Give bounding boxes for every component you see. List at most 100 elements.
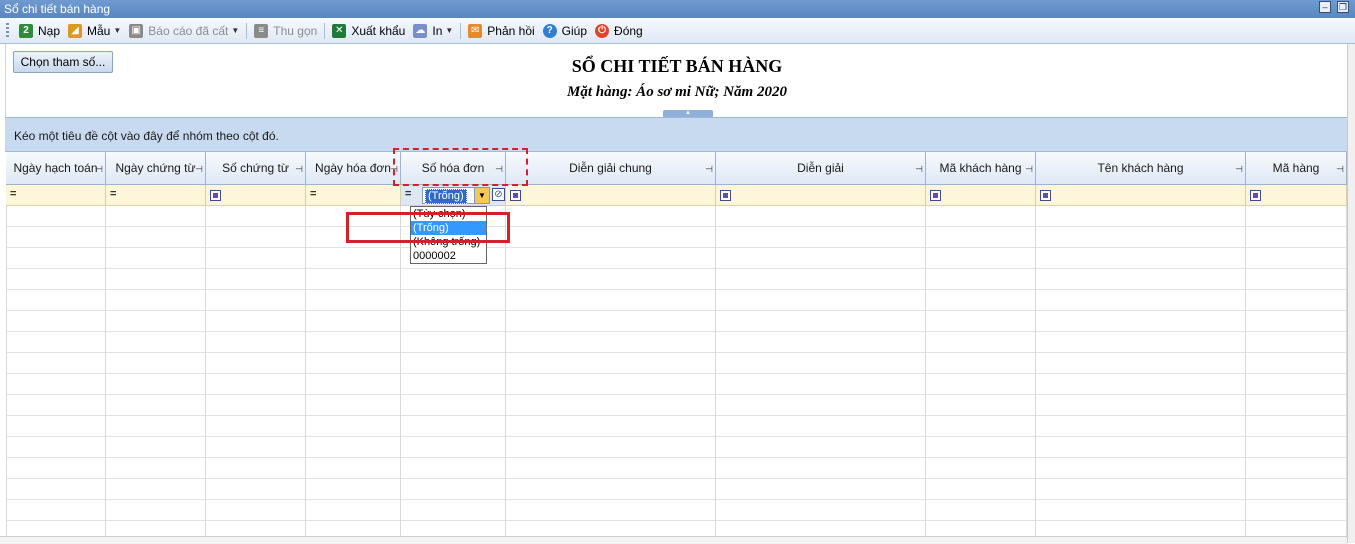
grid-header-row: Ngày hạch toán ⊣ Ngày chứng từ ⊣ Số chứng từ… [6, 152, 1347, 185]
save-icon: ▣ [129, 23, 144, 38]
column-header-label: Tên khách hàng [1097, 161, 1184, 175]
toolbar-label: Giúp [561, 23, 588, 38]
row-divider [6, 394, 1347, 395]
report-title: SỔ CHI TIẾT BÁN HÀNG [571, 56, 783, 76]
excel-icon: ✕ [332, 23, 347, 38]
equals-operator-icon[interactable]: = [310, 188, 316, 200]
column-header-7[interactable]: Mã khách hàng ⊣ [926, 152, 1036, 185]
pin-icon[interactable]: ⊣ [1336, 164, 1344, 175]
column-divider [925, 206, 926, 543]
close-icon: ⏻ [595, 23, 610, 38]
column-header-6[interactable]: Diễn giải ⊣ [716, 152, 926, 185]
column-header-8[interactable]: Tên khách hàng ⊣ [1036, 152, 1246, 185]
clear-filter-icon[interactable]: ⊘ [492, 188, 505, 201]
column-divider [1035, 206, 1036, 543]
grid-filter-row: = = = = (Trống) ▼ ⊘ [6, 185, 1347, 206]
toolbar-collapse-button[interactable]: ≡ Thu gọn [250, 20, 321, 42]
column-header-label: Mã hàng [1272, 161, 1320, 175]
row-divider [6, 331, 1347, 332]
row-divider [6, 352, 1347, 353]
invoice-filter-combo[interactable]: (Trống) ▼ [422, 187, 490, 204]
pin-icon[interactable]: ⊣ [705, 164, 713, 175]
pin-icon[interactable]: ⊣ [295, 164, 303, 175]
chevron-down-icon[interactable]: ▼ [113, 26, 121, 35]
help-icon: ? [542, 23, 557, 38]
pin-icon[interactable]: ⊣ [1235, 164, 1243, 175]
column-divider [1245, 206, 1246, 543]
toolbar-print-button[interactable]: ☁ In ▼ [409, 20, 457, 42]
filter-operator-icon[interactable] [1040, 190, 1051, 201]
column-divider [305, 206, 306, 543]
report-subtitle: Mặt hàng: Áo sơ mi Nữ; Năm 2020 [567, 84, 787, 100]
toolbar-close-button[interactable]: ⏻ Đóng [591, 20, 647, 42]
column-header-9[interactable]: Mã hàng ⊣ [1246, 152, 1347, 185]
restore-icon[interactable]: ❐ [1337, 1, 1349, 13]
toolbar-label: In [432, 23, 443, 38]
filter-cell-0[interactable]: = [6, 185, 106, 206]
column-header-5[interactable]: Diễn giải chung ⊣ [506, 152, 716, 185]
filter-operator-icon[interactable] [930, 190, 941, 201]
equals-operator-icon[interactable]: = [10, 188, 16, 200]
row-divider [6, 457, 1347, 458]
pin-icon[interactable]: ⊣ [915, 164, 923, 175]
filter-cell-6[interactable] [716, 185, 926, 206]
annotation-highlight-column [393, 148, 528, 186]
filter-operator-icon[interactable] [720, 190, 731, 201]
filter-cell-2[interactable] [206, 185, 306, 206]
toolbar-mail-button[interactable]: ✉ Phản hồi [464, 20, 538, 42]
filter-cell-4[interactable]: = (Trống) ▼ ⊘ [401, 185, 506, 206]
equals-operator-icon[interactable]: = [110, 188, 116, 200]
toolbar-excel-button[interactable]: ✕ Xuất khẩu [328, 20, 409, 42]
collapse-header-chevron-up-icon[interactable]: ▲ [663, 110, 713, 117]
pin-icon[interactable]: ⊣ [95, 164, 103, 175]
annotation-highlight-option [346, 212, 510, 243]
pin-icon[interactable]: ⊣ [1025, 164, 1033, 175]
column-header-0[interactable]: Ngày hạch toán ⊣ [6, 152, 106, 185]
filter-cell-1[interactable]: = [106, 185, 206, 206]
toolbar-save-button[interactable]: ▣ Báo cáo đã cất ▼ [125, 20, 243, 42]
filter-cell-5[interactable] [506, 185, 716, 206]
toolbar-label: Mẫu [87, 23, 111, 38]
toolbar-template-button[interactable]: ◢ Mẫu ▼ [64, 20, 125, 42]
column-divider [205, 206, 206, 543]
row-divider [6, 226, 1347, 227]
mail-icon: ✉ [468, 23, 483, 38]
column-header-2[interactable]: Số chứng từ ⊣ [206, 152, 306, 185]
dropdown-arrow-icon[interactable]: ▼ [474, 188, 489, 203]
refresh-icon: 2 [19, 23, 33, 38]
row-divider [6, 499, 1347, 500]
toolbar-grip[interactable] [6, 23, 9, 38]
group-by-panel[interactable]: Kéo một tiêu đề cột vào đây để nhóm theo… [5, 117, 1347, 152]
column-header-label: Diễn giải [797, 161, 844, 175]
chevron-down-icon[interactable]: ▼ [445, 26, 453, 35]
toolbar-separator [246, 22, 248, 39]
filter-operator-icon[interactable] [510, 190, 521, 201]
toolbar-help-button[interactable]: ? Giúp [539, 20, 591, 42]
minimize-icon[interactable]: – [1319, 1, 1331, 13]
toolbar: 2 Nạp ◢ Mẫu ▼ ▣ Báo cáo đã cất ▼ ≡ Thu gọn ✕ Xuất k… [0, 18, 1355, 44]
vertical-scrollbar[interactable] [1347, 44, 1355, 543]
filter-cell-7[interactable] [926, 185, 1036, 206]
column-header-label: Ngày hạch toán [13, 161, 98, 175]
column-header-3[interactable]: Ngày hóa đơn ⊣ [306, 152, 401, 185]
column-header-label: Mã khách hàng [939, 161, 1022, 175]
dropdown-option[interactable]: 0000002 [411, 249, 486, 263]
column-header-1[interactable]: Ngày chứng từ ⊣ [106, 152, 206, 185]
toolbar-separator [324, 22, 326, 39]
row-divider [6, 373, 1347, 374]
print-icon: ☁ [413, 23, 428, 38]
filter-cell-3[interactable]: = [306, 185, 401, 206]
filter-operator-icon[interactable] [210, 190, 221, 201]
filter-operator-icon[interactable] [1250, 190, 1261, 201]
filter-cell-8[interactable] [1036, 185, 1246, 206]
equals-operator-icon[interactable]: = [405, 188, 411, 200]
chevron-down-icon[interactable]: ▼ [231, 26, 239, 35]
pin-icon[interactable]: ⊣ [195, 164, 203, 175]
invoice-filter-value: (Trống) [425, 189, 467, 204]
filter-cell-9[interactable] [1246, 185, 1347, 206]
column-divider [105, 206, 106, 543]
toolbar-label: Xuất khẩu [351, 23, 406, 38]
toolbar-separator [460, 22, 462, 39]
toolbar-refresh-button[interactable]: 2 Nạp [15, 20, 64, 42]
toolbar-label: Phản hồi [487, 23, 535, 38]
